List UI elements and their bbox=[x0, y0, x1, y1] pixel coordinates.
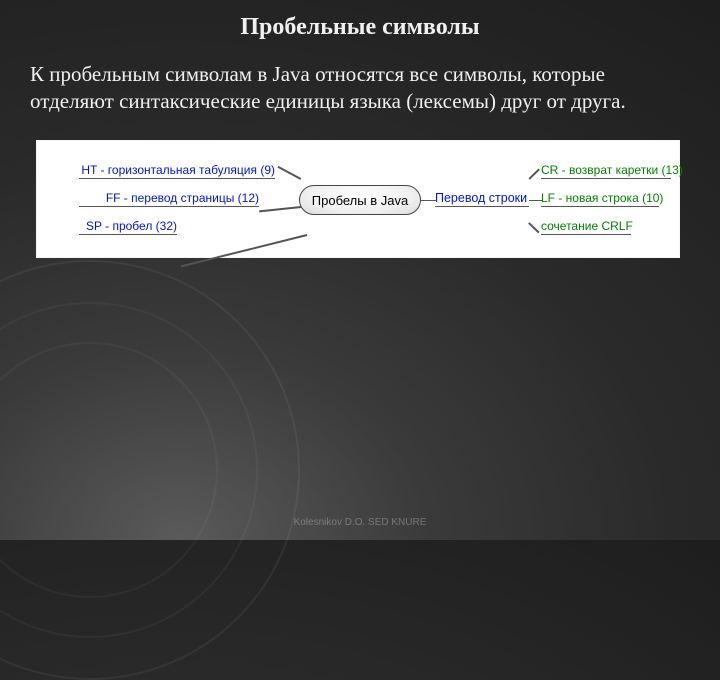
connector bbox=[259, 206, 301, 212]
mid-node-newline: Перевод строки bbox=[435, 191, 529, 207]
right-node-cr: CR - возврат каретки (13) bbox=[541, 163, 671, 179]
slide-paragraph: К пробельным символам в Java относятся в… bbox=[30, 61, 690, 116]
whitespace-diagram: Пробелы в Java HT - горизонтальная табул… bbox=[36, 140, 680, 258]
connector bbox=[529, 200, 543, 202]
left-node-sp: SP - пробел (32) bbox=[79, 219, 177, 235]
right-node-crlf: сочетание CRLF bbox=[541, 219, 631, 235]
left-node-ff: FF - перевод страницы (12) bbox=[79, 191, 259, 207]
slide-title: Пробельные символы bbox=[30, 14, 690, 41]
connector bbox=[528, 168, 539, 179]
connector bbox=[421, 200, 437, 202]
central-node: Пробелы в Java bbox=[299, 185, 421, 215]
connector bbox=[528, 222, 539, 233]
left-node-ht: HT - горизонтальная табуляция (9) bbox=[79, 163, 275, 179]
footer-credit: Kolesnikov D.O. SED KNURE bbox=[0, 517, 720, 528]
connector bbox=[278, 165, 302, 179]
slide: Пробельные символы К пробельным символам… bbox=[0, 0, 720, 540]
connector bbox=[181, 234, 308, 267]
right-node-lf: LF - новая строка (10) bbox=[541, 191, 659, 207]
